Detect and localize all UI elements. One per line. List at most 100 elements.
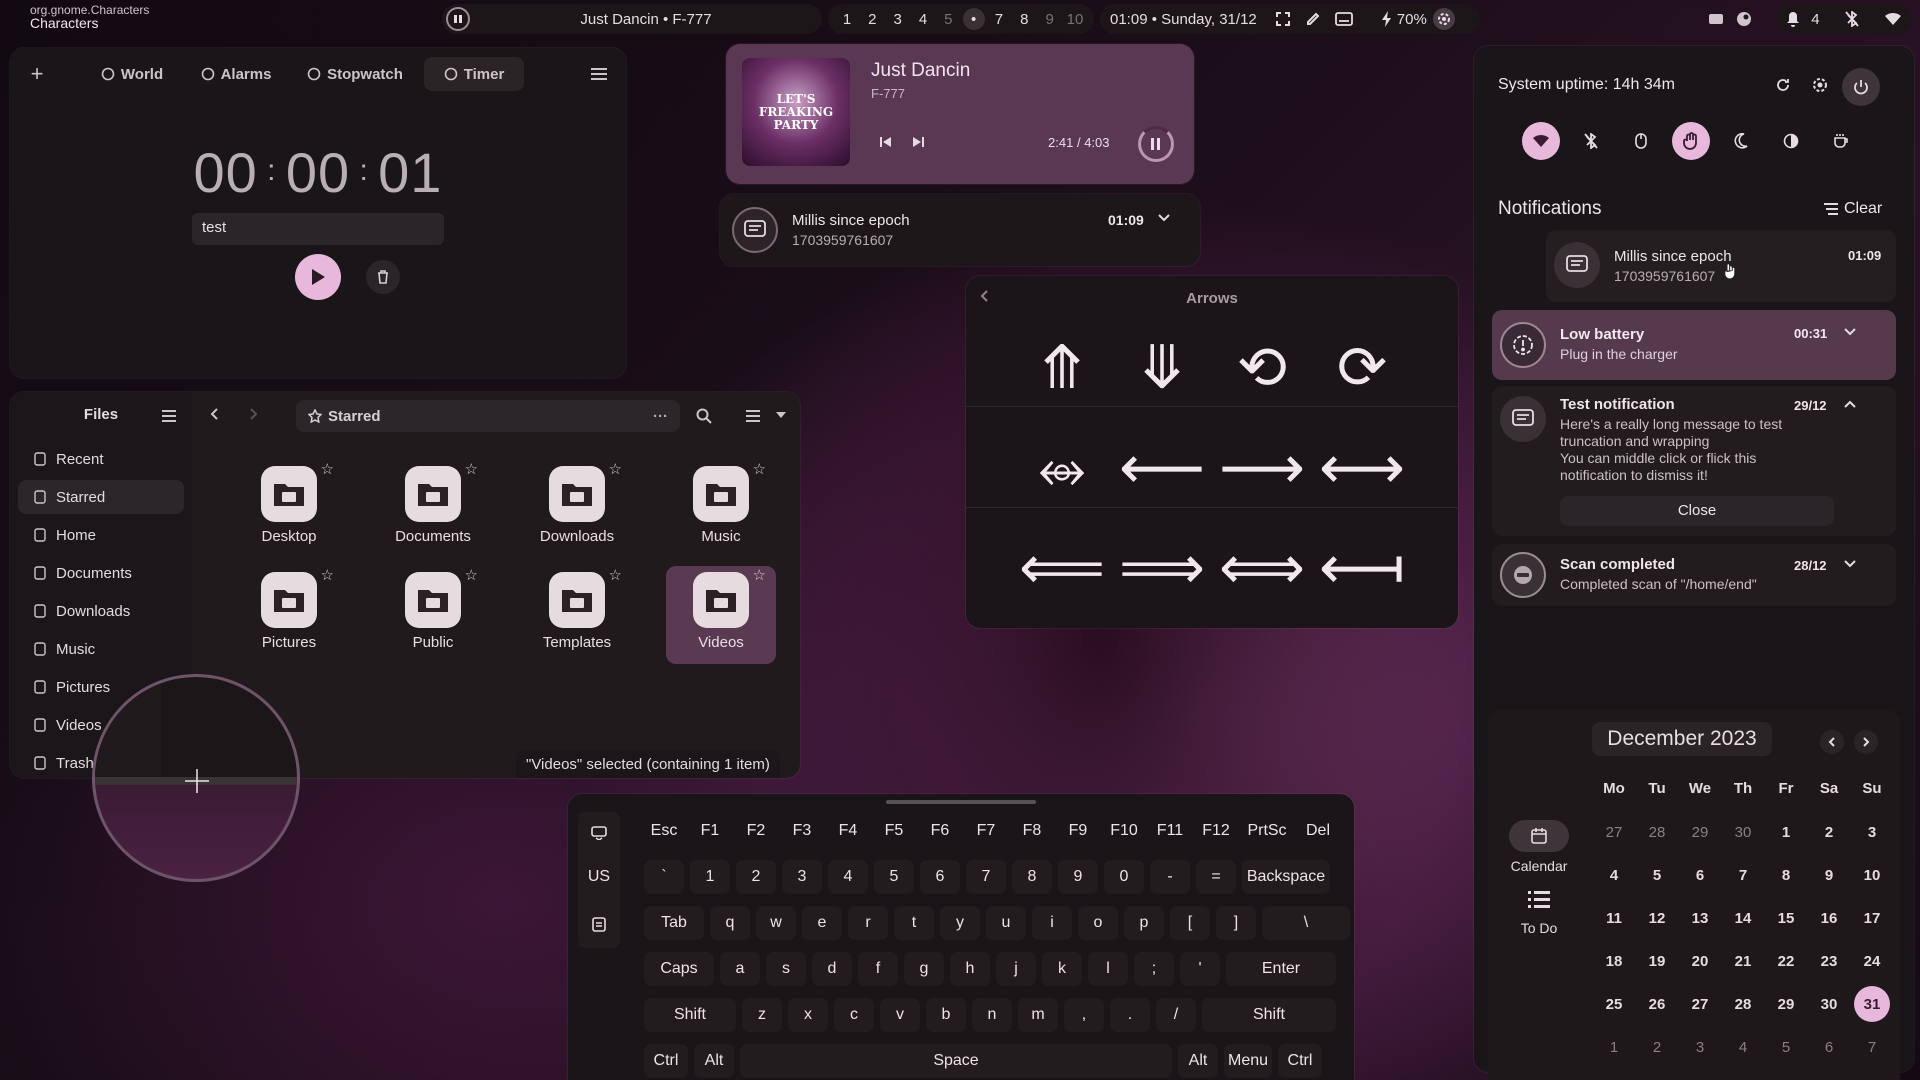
sidebar-item-downloads[interactable]: Downloads — [18, 594, 184, 628]
calendar-day[interactable]: 15 — [1768, 900, 1804, 936]
chevron-down-icon[interactable] — [1844, 560, 1856, 568]
star-icon[interactable]: ☆ — [609, 460, 622, 478]
key-p[interactable]: p — [1124, 906, 1164, 940]
wifi-toggle[interactable] — [1522, 122, 1560, 160]
character-cell[interactable]: ⟺ — [1212, 528, 1312, 608]
workspace-4[interactable]: 4 — [912, 8, 934, 30]
workspace-switcher[interactable]: 1 2 3 4 5 • 7 8 9 10 — [828, 4, 1094, 34]
tab-stopwatch[interactable]: Stopwatch — [290, 57, 420, 91]
do-not-disturb-toggle[interactable] — [1672, 122, 1710, 160]
workspace-5[interactable]: 5 — [937, 8, 959, 30]
key-f8[interactable]: F8 — [1012, 814, 1052, 848]
key-9[interactable]: 9 — [1058, 860, 1098, 894]
tab-alarms[interactable]: Alarms — [186, 57, 286, 91]
calendar-day[interactable]: 9 — [1811, 857, 1847, 893]
folder-pictures[interactable]: Pictures ☆ — [234, 566, 344, 664]
chevron-down-icon[interactable] — [1158, 214, 1170, 222]
key-esc[interactable]: Esc — [644, 814, 684, 848]
calendar-day[interactable]: 18 — [1596, 943, 1632, 979]
night-light-toggle[interactable] — [1722, 122, 1760, 160]
dark-mode-toggle[interactable] — [1772, 122, 1810, 160]
key-x91[interactable]: [ — [1170, 906, 1210, 940]
wifi-icon[interactable] — [1884, 12, 1902, 26]
workspace-10[interactable]: 10 — [1064, 8, 1086, 30]
key-enter[interactable]: Enter — [1226, 952, 1336, 986]
location-bar[interactable]: Starred ··· — [296, 400, 680, 432]
calendar-day[interactable]: 4 — [1725, 1029, 1761, 1065]
character-cell[interactable]: ⥈ — [1012, 428, 1112, 508]
workspace-8[interactable]: 8 — [1013, 8, 1035, 30]
calendar-day[interactable]: 5 — [1639, 857, 1675, 893]
key-x59[interactable]: ; — [1134, 952, 1174, 986]
bell-icon[interactable] — [1786, 11, 1800, 27]
popup-notification[interactable]: Millis since epoch 1703959761607 01:09 — [720, 194, 1200, 266]
menu-icon[interactable] — [584, 59, 614, 89]
next-icon[interactable] — [912, 136, 924, 148]
bluetooth-toggle[interactable] — [1572, 122, 1610, 160]
key-c[interactable]: c — [834, 998, 874, 1032]
key-x92[interactable]: \ — [1262, 906, 1350, 940]
workspace-1[interactable]: 1 — [836, 8, 858, 30]
sidebar-item-music[interactable]: Music — [18, 632, 184, 666]
notification-close-button[interactable]: Close — [1560, 496, 1834, 526]
key-f2[interactable]: F2 — [736, 814, 776, 848]
character-cell[interactable]: ⟸ — [1012, 528, 1112, 608]
key-n[interactable]: n — [972, 998, 1012, 1032]
key-alt[interactable]: Alt — [694, 1044, 734, 1078]
key-f7[interactable]: F7 — [966, 814, 1006, 848]
key-x61[interactable]: = — [1196, 860, 1236, 894]
calendar-day[interactable]: 12 — [1639, 900, 1675, 936]
key-ctrl[interactable]: Ctrl — [1278, 1044, 1322, 1078]
media-pill[interactable]: Just Dancin • F-777 — [442, 4, 822, 34]
key-4[interactable]: 4 — [828, 860, 868, 894]
key-k[interactable]: k — [1042, 952, 1082, 986]
key-tab[interactable]: Tab — [644, 906, 704, 940]
key-i[interactable]: i — [1032, 906, 1072, 940]
key-s[interactable]: s — [766, 952, 806, 986]
character-cell[interactable]: ⟲ — [1212, 328, 1312, 408]
calendar-day[interactable]: 29 — [1768, 986, 1804, 1022]
key-j[interactable]: j — [996, 952, 1036, 986]
delete-button[interactable] — [366, 260, 400, 294]
pause-icon[interactable] — [446, 7, 470, 31]
calendar-day[interactable]: 13 — [1682, 900, 1718, 936]
character-cell[interactable]: ⤋ — [1112, 328, 1212, 408]
menu-icon[interactable] — [162, 410, 176, 422]
key-x47[interactable]: / — [1156, 998, 1196, 1032]
star-icon[interactable]: ☆ — [753, 566, 766, 584]
calendar-day[interactable]: 24 — [1854, 943, 1890, 979]
notification-card[interactable]: Low battery Plug in the charger 00:31 — [1492, 310, 1896, 380]
character-cell[interactable]: ⤊ — [1012, 328, 1112, 408]
chevron-left-icon[interactable] — [1820, 730, 1844, 754]
key-8[interactable]: 8 — [1012, 860, 1052, 894]
key-f5[interactable]: F5 — [874, 814, 914, 848]
sidebar-item-starred[interactable]: Starred — [18, 480, 184, 514]
key-a[interactable]: a — [720, 952, 760, 986]
calendar-tab[interactable]: Calendar — [1504, 820, 1574, 874]
character-cell[interactable]: ⟹ — [1112, 528, 1212, 608]
key-w[interactable]: w — [756, 906, 796, 940]
key-3[interactable]: 3 — [782, 860, 822, 894]
star-icon[interactable]: ☆ — [321, 460, 334, 478]
key-d[interactable]: d — [812, 952, 852, 986]
key-x46[interactable]: . — [1110, 998, 1150, 1032]
workspace-6[interactable]: • — [962, 8, 985, 30]
star-icon[interactable]: ☆ — [465, 566, 478, 584]
key-backspace[interactable]: Backspace — [1242, 860, 1330, 894]
bluetooth-off-icon[interactable] — [1845, 11, 1859, 27]
character-cell[interactable]: ⟻ — [1312, 528, 1412, 608]
calendar-day[interactable]: 19 — [1639, 943, 1675, 979]
calendar-day[interactable]: 27 — [1682, 986, 1718, 1022]
calendar-day[interactable]: 17 — [1854, 900, 1890, 936]
calendar-day[interactable]: 4 — [1596, 857, 1632, 893]
folder-documents[interactable]: Documents ☆ — [378, 460, 488, 558]
calendar-day[interactable]: 1 — [1768, 814, 1804, 850]
key-v[interactable]: v — [880, 998, 920, 1032]
character-cell[interactable]: ⟶ — [1212, 428, 1312, 508]
calendar-day[interactable]: 28 — [1725, 986, 1761, 1022]
chevron-up-icon[interactable] — [1844, 400, 1856, 408]
character-cell[interactable]: ⟳ — [1312, 328, 1412, 408]
chevron-down-icon[interactable] — [1844, 328, 1856, 336]
key-r[interactable]: r — [848, 906, 888, 940]
key-g[interactable]: g — [904, 952, 944, 986]
